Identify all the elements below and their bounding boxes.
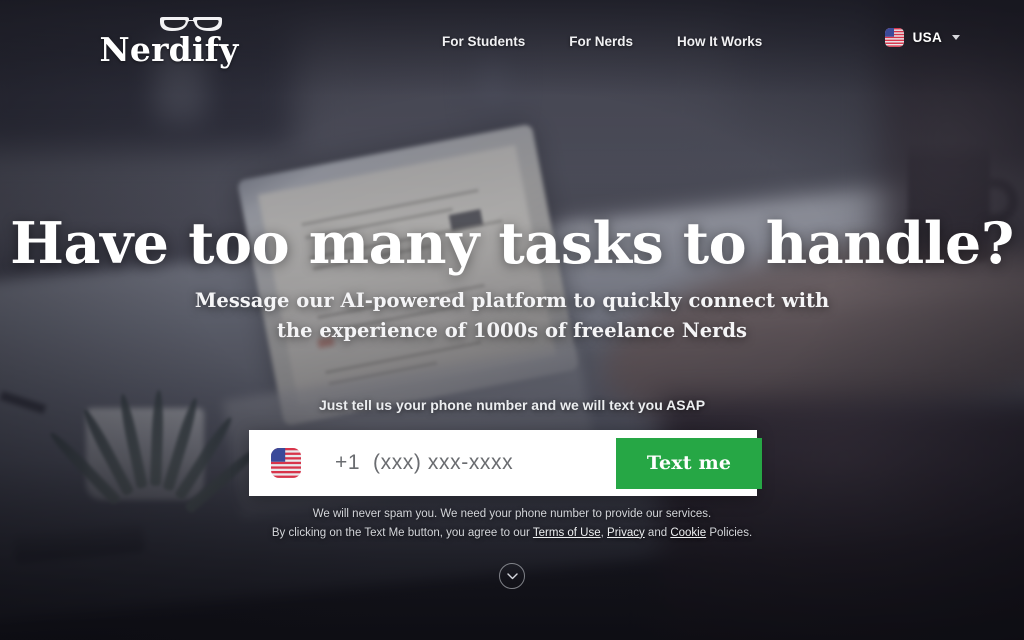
text-me-button[interactable]: Text me [616,437,762,489]
locale-label: USA [912,30,942,45]
usa-flag-icon [884,28,904,47]
form-disclaimer: We will never spam you. We need your pho… [0,505,1024,542]
locale-selector[interactable]: USA [884,28,960,47]
nav-item-for-students[interactable]: For Students [420,28,547,55]
hero-section: Nerdify For Students For Nerds How It Wo… [0,0,1024,640]
logo[interactable]: Nerdify [100,12,238,66]
phone-prompt-text: Just tell us your phone number and we wi… [318,397,706,413]
phone-number-input[interactable] [301,430,616,496]
phone-signup-form: Text me [249,430,762,496]
privacy-link[interactable]: Privacy [607,527,645,539]
logo-text: Nerdify [99,30,239,69]
cookie-link[interactable]: Cookie [670,527,706,539]
disclaimer-line-1: We will never spam you. We need your pho… [312,508,712,520]
scroll-down-button[interactable] [499,563,525,589]
site-header: Nerdify For Students For Nerds How It Wo… [0,0,1024,80]
nerd-glasses-icon [160,17,222,31]
disclaimer-line-2: By clicking on the Text Me button, you a… [0,524,1024,543]
hero-subtitle: Message our AI-powered platform to quick… [0,286,1024,346]
hero-subtitle-line1: Message our AI-powered platform to quick… [194,289,830,312]
nav-item-for-nerds[interactable]: For Nerds [547,28,655,55]
disclaimer-suffix: Policies. [706,526,753,539]
terms-of-use-link[interactable]: Terms of Use [533,527,601,539]
chevron-down-icon [506,572,518,579]
disclaimer-sep-2: and [644,526,671,539]
chevron-down-icon [952,35,960,40]
country-flag-selector-icon[interactable] [271,448,301,478]
hero-subtitle-line2: the experience of 1000s of freelance Ner… [276,319,748,343]
page-title: Have too many tasks to handle? [10,210,1014,277]
disclaimer-prefix: By clicking on the Text Me button, you a… [271,526,533,539]
nav-item-how-it-works[interactable]: How It Works [655,28,784,55]
main-navigation: For Students For Nerds How It Works [420,28,784,55]
